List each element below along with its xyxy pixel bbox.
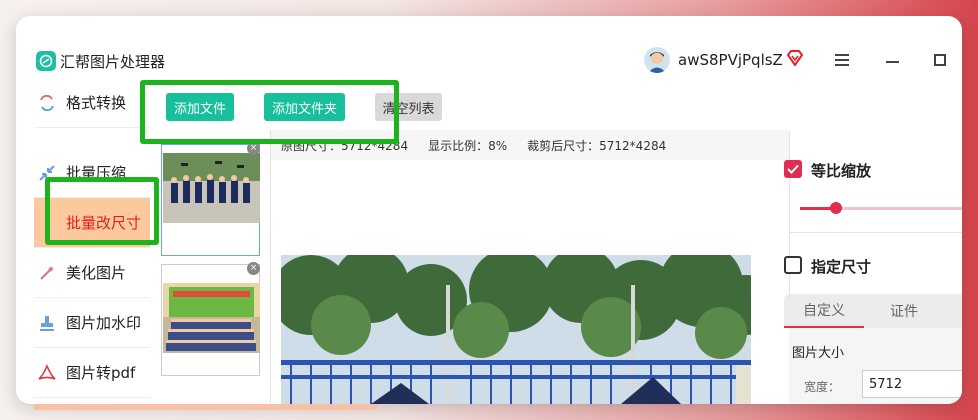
resize-icon [37, 213, 57, 233]
title-bar: 汇帮图片处理器 awS8PVjPqlsZ [16, 16, 962, 78]
add-file-button[interactable]: 添加文件 [166, 93, 234, 121]
tab-id-photo[interactable]: 证件 [864, 294, 944, 328]
format-convert-icon [37, 93, 57, 113]
sidebar-item-label: 图片加水印 [66, 314, 142, 332]
thumbnail-image [163, 153, 260, 223]
app-logo-icon [36, 51, 56, 71]
menu-icon[interactable] [835, 54, 849, 69]
width-input[interactable] [862, 370, 962, 398]
ratio-slider-handle[interactable] [830, 202, 842, 214]
custom-size-label: 指定尺寸 [811, 258, 872, 276]
maximize-icon[interactable] [934, 54, 946, 66]
app-window: 汇帮图片处理器 awS8PVjPqlsZ 格式转换 批量压缩 批量改尺寸 美化图… [16, 16, 962, 404]
add-folder-button[interactable]: 添加文件夹 [264, 93, 345, 121]
avatar[interactable] [644, 47, 670, 73]
vip-diamond-icon[interactable] [786, 50, 804, 70]
bottom-strip [34, 404, 376, 410]
remove-item-icon[interactable]: × [247, 142, 260, 155]
sidebar-item-beautify[interactable]: 美化图片 [34, 248, 150, 298]
settings-panel: 等比缩放 指定尺寸 自定义 证件 图片大小 宽度： [784, 130, 962, 404]
check-icon [787, 164, 799, 174]
custom-size-checkbox[interactable] [784, 256, 802, 274]
sidebar: 格式转换 批量压缩 批量改尺寸 美化图片 图片加水印 图片转pdf [34, 78, 150, 404]
app-title: 汇帮图片处理器 [60, 53, 166, 71]
toolbar: 添加文件 添加文件夹 清空列表 [150, 78, 962, 130]
list-item[interactable]: × [161, 262, 260, 376]
image-size-section: 图片大小 宽度： [789, 328, 962, 404]
keep-ratio-checkbox[interactable] [784, 160, 802, 178]
image-preview: 原图尺寸：5712*4284 显示比例：8% 裁剪后尺寸：5712*4284 [271, 130, 789, 404]
sidebar-item-label: 批量改尺寸 [66, 214, 142, 232]
sidebar-item-pdf[interactable]: 图片转pdf [34, 348, 150, 398]
cropped-size: 裁剪后尺寸：5712*4284 [527, 138, 667, 153]
display-ratio: 显示比例：8% [428, 138, 508, 153]
sidebar-item-label: 批量压缩 [66, 164, 127, 182]
sidebar-item-label: 图片转pdf [66, 364, 136, 382]
sidebar-item-resize[interactable]: 批量改尺寸 [34, 198, 150, 248]
list-item[interactable]: × [161, 142, 260, 256]
clear-list-button[interactable]: 清空列表 [375, 93, 442, 121]
beautify-icon [37, 263, 57, 283]
file-list: × × [150, 130, 271, 404]
preview-photo[interactable] [281, 255, 751, 404]
divider [790, 232, 962, 233]
remove-item-icon[interactable]: × [247, 262, 260, 275]
watermark-icon [37, 313, 57, 333]
width-label: 宽度： [804, 380, 841, 394]
compress-icon [37, 163, 57, 183]
sidebar-item-format-convert[interactable]: 格式转换 [34, 78, 150, 128]
image-size-title: 图片大小 [792, 346, 845, 361]
original-size: 原图尺寸：5712*4284 [281, 138, 409, 153]
sidebar-item-label: 格式转换 [66, 94, 127, 112]
thumbnail-image [163, 283, 260, 353]
tab-custom[interactable]: 自定义 [784, 294, 864, 328]
size-mode-tabs: 自定义 证件 [784, 294, 962, 328]
username[interactable]: awS8PVjPqlsZ [678, 51, 783, 69]
pdf-icon [37, 363, 57, 383]
keep-ratio-label: 等比缩放 [811, 162, 872, 180]
sidebar-item-label: 美化图片 [66, 264, 127, 282]
minimize-icon[interactable] [886, 61, 899, 63]
sidebar-item-watermark[interactable]: 图片加水印 [34, 298, 150, 348]
sidebar-item-compress[interactable]: 批量压缩 [34, 148, 150, 198]
image-info-bar: 原图尺寸：5712*4284 显示比例：8% 裁剪后尺寸：5712*4284 [271, 130, 789, 160]
